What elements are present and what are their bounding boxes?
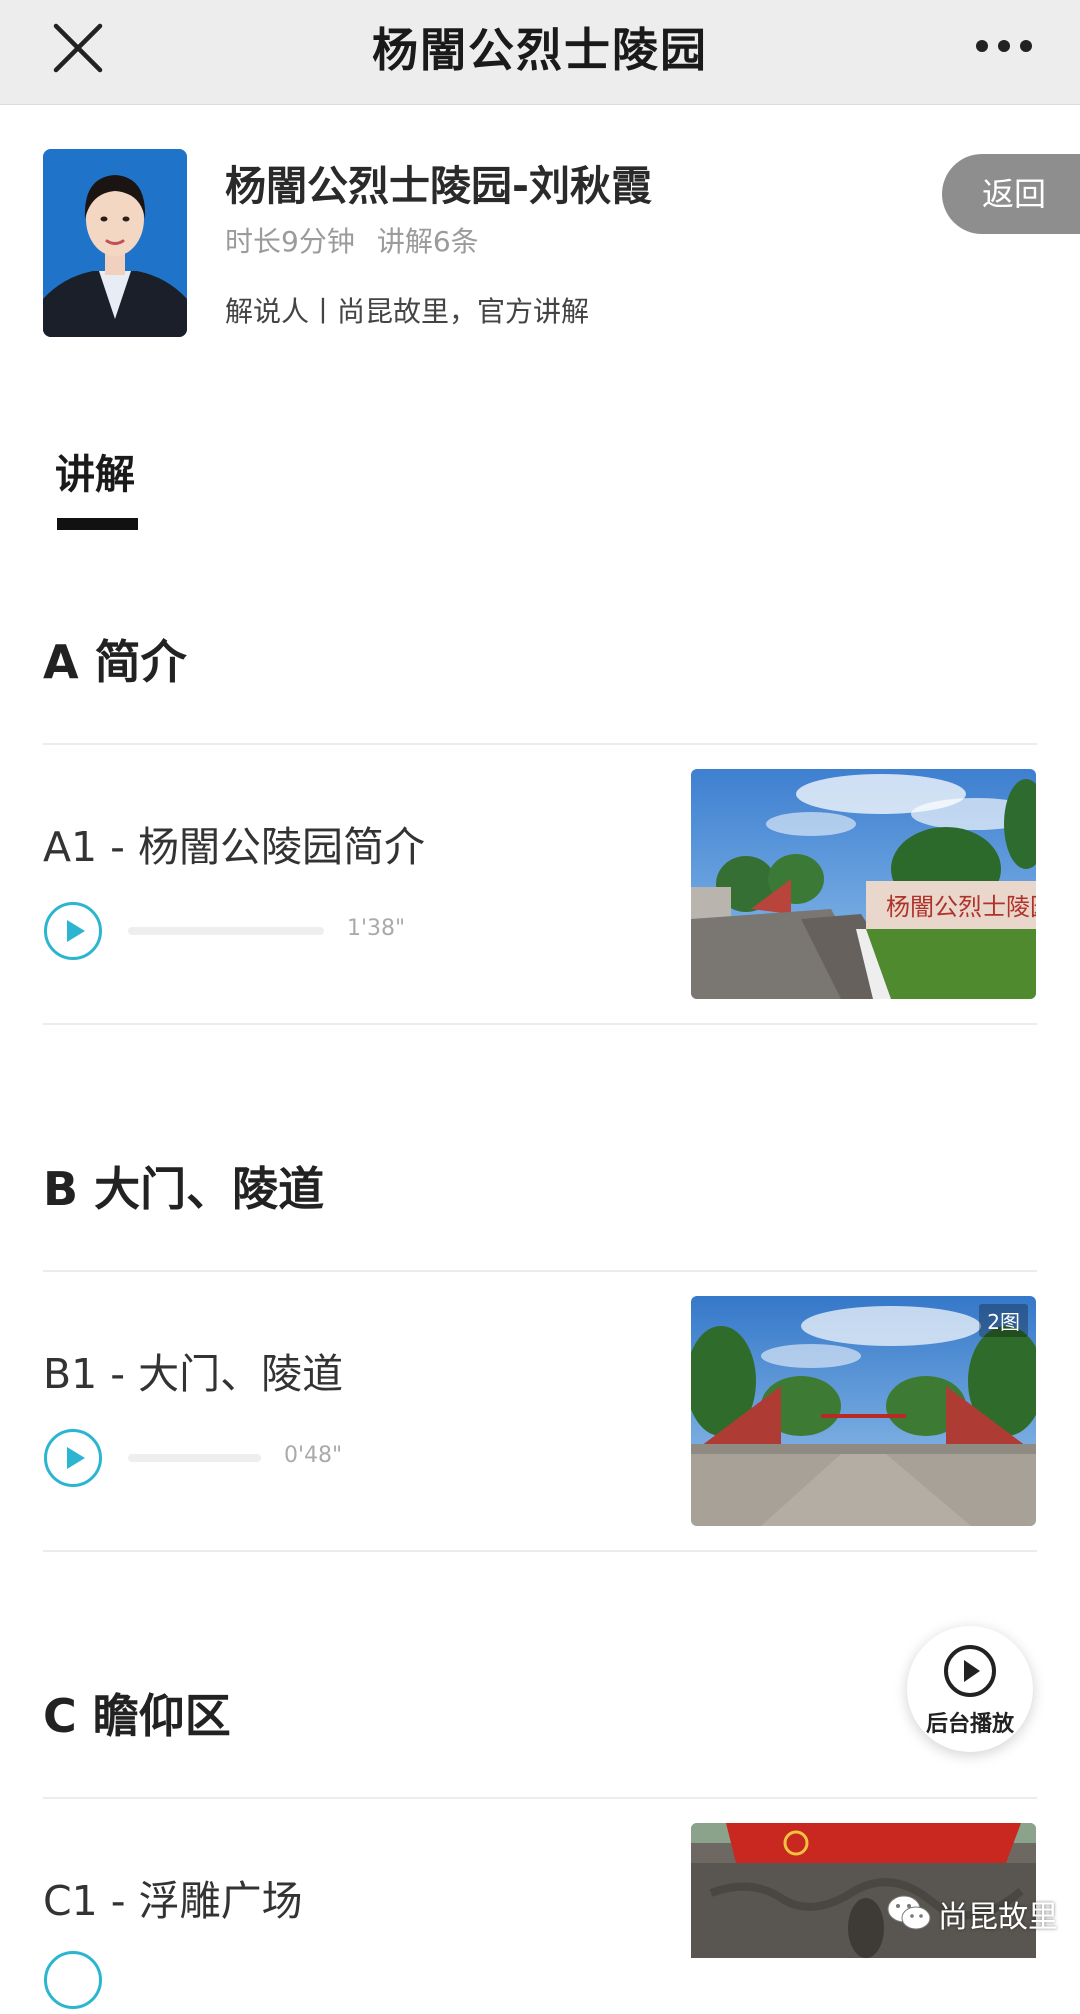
duration-label: 0'48" xyxy=(284,1443,343,1468)
page-title: 杨闇公烈士陵园 xyxy=(372,23,708,77)
divider xyxy=(43,1270,1037,1272)
back-button[interactable]: 返回 xyxy=(942,154,1080,234)
top-bar: 杨闇公烈士陵园 xyxy=(0,0,1080,105)
divider xyxy=(43,1550,1037,1552)
guide-description: 解说人丨尚昆故里，官方讲解 xyxy=(225,295,590,328)
tab-explanation[interactable]: 讲解 xyxy=(55,442,135,500)
play-icon[interactable] xyxy=(43,901,103,961)
tab-active-indicator xyxy=(57,518,138,530)
section-heading-b: B 大门、陵道 xyxy=(43,1162,325,1216)
divider xyxy=(43,1023,1037,1025)
more-dots-icon[interactable] xyxy=(972,26,1036,66)
play-icon[interactable] xyxy=(43,1950,103,2010)
guide-duration: 时长9分钟 xyxy=(225,225,355,258)
progress-bar[interactable] xyxy=(128,1454,261,1462)
section-heading-c: C 瞻仰区 xyxy=(43,1689,231,1743)
guide-meta: 时长9分钟 讲解6条 xyxy=(225,220,479,260)
item-thumbnail[interactable]: 2图 xyxy=(691,1296,1036,1526)
background-play-label: 后台播放 xyxy=(925,1712,1014,1737)
item-thumbnail[interactable]: 杨闇公烈士陵园 xyxy=(691,769,1036,999)
wechat-icon xyxy=(886,1894,932,1932)
item-title[interactable]: B1 - 大门、陵道 xyxy=(43,1340,343,1400)
item-title[interactable]: C1 - 浮雕广场 xyxy=(43,1867,303,1927)
background-play-button[interactable]: 后台播放 xyxy=(907,1626,1033,1752)
item-thumbnail[interactable] xyxy=(691,1823,1036,1958)
duration-label: 1'38" xyxy=(347,916,406,941)
play-circle-icon xyxy=(943,1644,997,1698)
divider xyxy=(43,743,1037,745)
guide-title: 杨闇公烈士陵园-刘秋霞 xyxy=(225,162,653,210)
image-count-badge: 2图 xyxy=(979,1304,1028,1337)
section-heading-a: A 简介 xyxy=(43,635,187,689)
watermark-text: 尚昆故里 xyxy=(938,1900,1058,1935)
item-title[interactable]: A1 - 杨闇公陵园简介 xyxy=(43,813,425,873)
guide-avatar xyxy=(43,149,187,337)
play-icon[interactable] xyxy=(43,1428,103,1488)
svg-text:杨闇公烈士陵园: 杨闇公烈士陵园 xyxy=(886,893,1036,921)
guide-count: 讲解6条 xyxy=(376,225,479,258)
progress-bar[interactable] xyxy=(128,927,324,935)
divider xyxy=(43,1797,1037,1799)
